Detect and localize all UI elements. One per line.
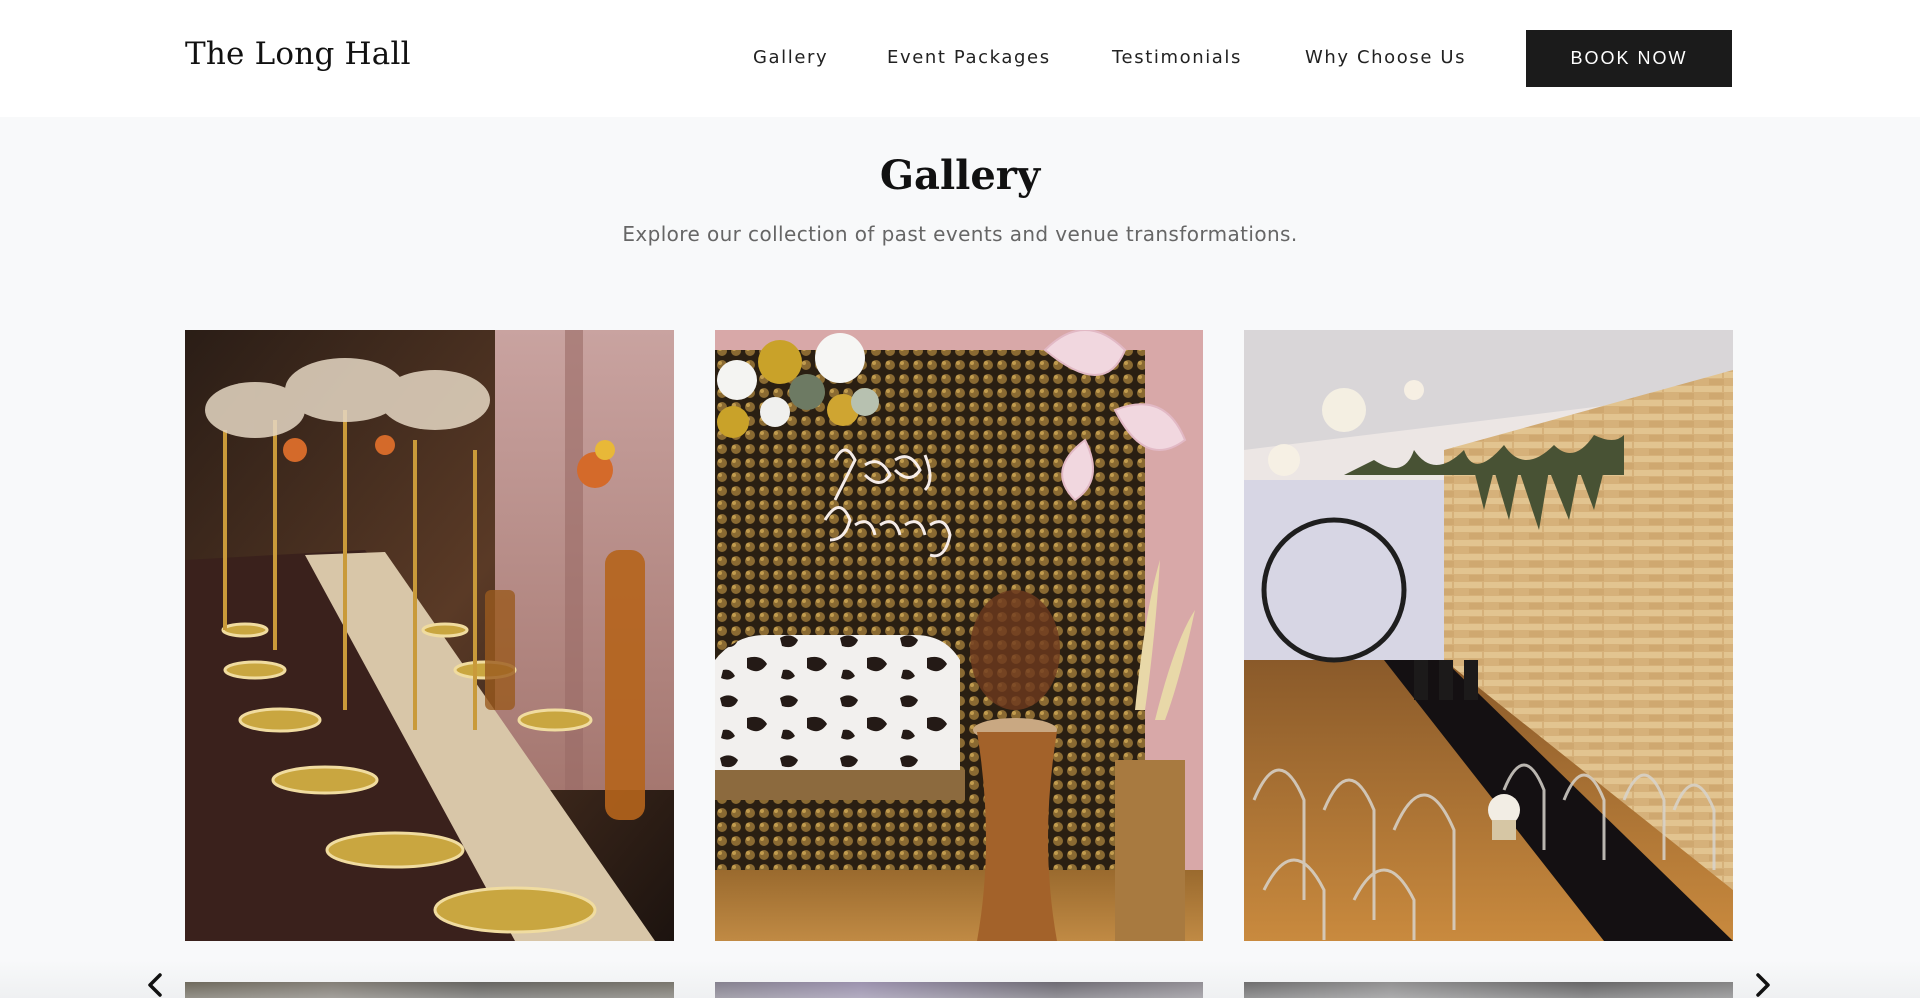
gallery-next-button[interactable]	[1748, 968, 1778, 998]
nav-why-choose-us[interactable]: Why Choose Us	[1305, 47, 1466, 68]
gallery-image-ceremony[interactable]	[1244, 330, 1733, 941]
gallery-image-row2-2[interactable]	[715, 982, 1203, 998]
nav-gallery[interactable]: Gallery	[753, 47, 828, 68]
site-header: The Long Hall Gallery Event Packages Tes…	[0, 0, 1920, 117]
gallery-image-row2-1[interactable]	[185, 982, 674, 998]
chevron-right-icon	[1756, 973, 1770, 997]
nav-testimonials[interactable]: Testimonials	[1112, 47, 1242, 68]
birthday-backdrop-photo	[715, 330, 1203, 941]
gallery-prev-button[interactable]	[140, 968, 170, 998]
nav-event-packages[interactable]: Event Packages	[887, 47, 1051, 68]
gallery-image-row2-3[interactable]	[1244, 982, 1733, 998]
gallery-image-banquet[interactable]	[185, 330, 674, 941]
chevron-left-icon	[148, 973, 162, 997]
ceremony-hall-photo	[1244, 330, 1733, 941]
book-now-button[interactable]: BOOK NOW	[1526, 30, 1732, 87]
banquet-table-photo	[185, 330, 674, 941]
site-logo[interactable]: The Long Hall	[185, 36, 411, 72]
gallery-image-birthday[interactable]	[715, 330, 1203, 941]
gallery-subtitle: Explore our collection of past events an…	[622, 222, 1298, 246]
gallery-title: Gallery	[879, 152, 1041, 199]
